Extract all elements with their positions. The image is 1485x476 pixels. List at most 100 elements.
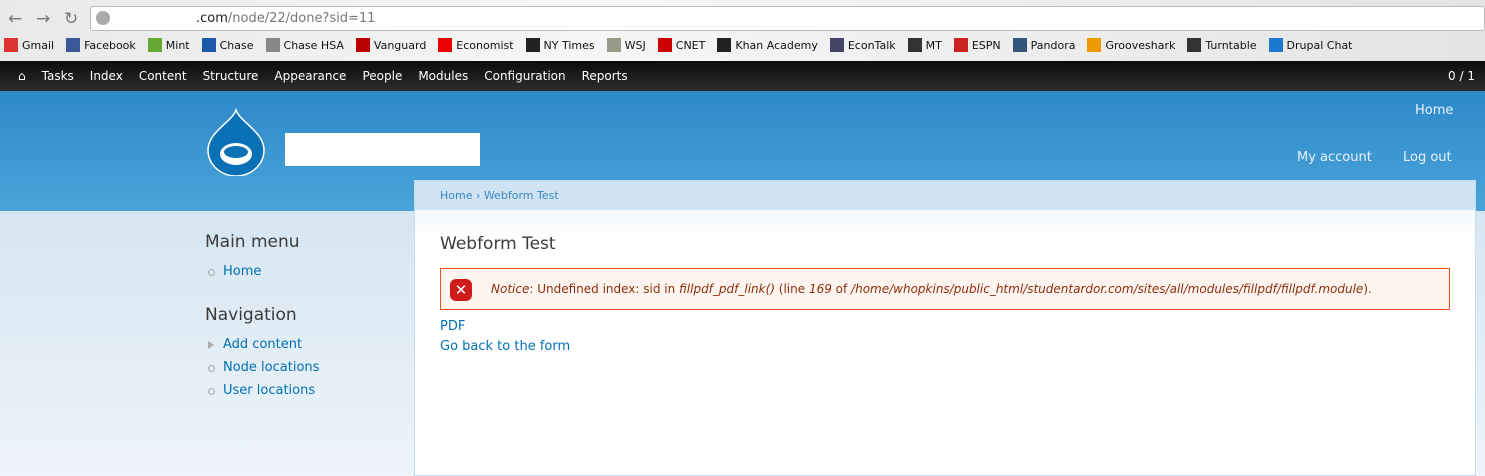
reload-icon[interactable]: ↻ — [64, 9, 78, 29]
bookmark-label: Mint — [165, 38, 190, 52]
bookmark-label: Chase — [219, 38, 254, 52]
bookmark-label: Turntable — [1205, 38, 1257, 52]
bookmark-label: Gmail — [22, 38, 55, 52]
error-icon: ✕ — [450, 279, 472, 301]
bookmark-favicon-icon — [66, 38, 81, 52]
nav-add-content[interactable]: Add content — [205, 337, 319, 352]
bookmark-ny-times[interactable]: NY Times — [525, 38, 595, 52]
notice-path: /home/whopkins/public_html/studentardor.… — [851, 282, 1364, 296]
toolbar-item-reports[interactable]: Reports — [582, 69, 628, 83]
bookmark-espn[interactable]: ESPN — [953, 38, 1001, 52]
bookmark-facebook[interactable]: Facebook — [66, 38, 136, 52]
bookmark-favicon-icon — [1087, 38, 1102, 52]
bookmark-favicon-icon — [4, 38, 18, 52]
admin-toolbar: ⌂ Tasks Index Content Structure Appearance Peo… — [0, 61, 1485, 91]
notice-text: : Undefined index: sid in — [529, 282, 680, 296]
bookmark-grooveshark[interactable]: Grooveshark — [1087, 38, 1175, 52]
bookmark-favicon-icon — [953, 38, 968, 52]
page-title: Webform Test — [440, 234, 556, 254]
bookmark-drupal-chat[interactable]: Drupal Chat — [1268, 38, 1353, 52]
drupal-logo[interactable] — [206, 108, 266, 176]
notice-text: of — [831, 282, 852, 296]
bookmark-label: WSJ — [624, 38, 646, 52]
bookmark-mint[interactable]: Mint — [147, 38, 190, 52]
notice-label: Notice — [491, 282, 530, 296]
my-account-link[interactable]: My account — [1297, 150, 1372, 165]
bookmark-favicon-icon — [355, 38, 370, 52]
user-count: 0 / 1 — [1448, 69, 1475, 83]
site-name[interactable] — [285, 133, 480, 166]
toolbar-item-modules[interactable]: Modules — [418, 69, 468, 83]
bookmark-label: CNET — [675, 38, 706, 52]
bookmark-khan-academy[interactable]: Khan Academy — [717, 38, 818, 52]
bookmark-cnet[interactable]: CNET — [657, 38, 706, 52]
bookmark-mt[interactable]: MT — [907, 38, 942, 52]
header-home-link[interactable]: Home — [1415, 103, 1453, 118]
bookmark-vanguard[interactable]: Vanguard — [355, 38, 427, 52]
bookmark-label: Chase HSA — [283, 38, 344, 52]
notice-line: 169 — [808, 282, 832, 296]
breadcrumb: Home › Webform Test — [415, 181, 1475, 210]
bookmark-label: Grooveshark — [1105, 38, 1176, 52]
logout-link[interactable]: Log out — [1403, 150, 1452, 165]
toolbar-item-content[interactable]: Content — [139, 69, 187, 83]
globe-icon — [96, 11, 110, 25]
bookmark-label: EconTalk — [847, 38, 896, 52]
breadcrumb-home[interactable]: Home — [440, 189, 472, 202]
bookmark-chase[interactable]: Chase — [201, 38, 254, 52]
bookmark-gmail[interactable]: Gmail — [4, 38, 54, 52]
breadcrumb-current[interactable]: Webform Test — [484, 189, 559, 202]
bookmark-favicon-icon — [201, 38, 216, 52]
bookmark-label: Khan Academy — [735, 38, 818, 52]
toolbar-item-tasks[interactable]: Tasks — [42, 69, 74, 83]
url-path: /node/22/done?sid=11 — [227, 11, 376, 26]
bookmark-label: Vanguard — [373, 38, 427, 52]
bookmark-favicon-icon — [606, 38, 621, 52]
notice-text: (line — [774, 282, 809, 296]
main-menu-heading: Main menu — [205, 232, 300, 252]
bookmark-chase-hsa[interactable]: Chase HSA — [265, 38, 344, 52]
bookmark-favicon-icon — [1268, 38, 1283, 52]
forward-icon[interactable]: → — [36, 9, 50, 29]
bookmark-favicon-icon — [1187, 38, 1202, 52]
bookmark-favicon-icon — [717, 38, 732, 52]
back-icon[interactable]: ← — [8, 9, 22, 29]
menu-item-home[interactable]: Home — [205, 264, 319, 279]
nav-user-locations[interactable]: User locations — [205, 383, 319, 398]
bookmark-pandora[interactable]: Pandora — [1012, 38, 1076, 52]
error-message: ✕ Notice: Undefined index: sid in fillpd… — [440, 268, 1450, 310]
toolbar-item-structure[interactable]: Structure — [203, 69, 259, 83]
bookmark-label: NY Times — [543, 38, 595, 52]
bookmark-favicon-icon — [265, 38, 280, 52]
browser-chrome: ← → ↻ .com/node/22/done?sid=11 Gmail Face… — [0, 0, 1485, 61]
home-icon[interactable]: ⌂ — [18, 69, 26, 83]
bookmark-favicon-icon — [147, 38, 162, 52]
toolbar-item-appearance[interactable]: Appearance — [274, 69, 346, 83]
bookmark-label: Drupal Chat — [1286, 38, 1353, 52]
bookmark-wsj[interactable]: WSJ — [606, 38, 646, 52]
back-to-form-link[interactable]: Go back to the form — [440, 339, 570, 354]
bookmark-turntable[interactable]: Turntable — [1187, 38, 1257, 52]
bookmark-label: Economist — [456, 38, 514, 52]
toolbar-item-index[interactable]: Index — [90, 69, 123, 83]
navigation-heading: Navigation — [205, 305, 297, 325]
toolbar-item-configuration[interactable]: Configuration — [484, 69, 565, 83]
toolbar-item-people[interactable]: People — [362, 69, 402, 83]
bookmarks-bar: Gmail Facebook Mint Chase Chase HSA Vanguard E… — [4, 38, 1353, 52]
bookmark-economist[interactable]: Economist — [438, 38, 514, 52]
bookmark-label: ESPN — [971, 38, 1001, 52]
pdf-link[interactable]: PDF — [440, 319, 465, 334]
bookmark-favicon-icon — [907, 38, 922, 52]
bookmark-favicon-icon — [438, 38, 453, 52]
bookmark-favicon-icon — [829, 38, 844, 52]
bookmark-label: MT — [925, 38, 942, 52]
notice-function: fillpdf_pdf_link() — [679, 282, 775, 296]
url-host: .com — [196, 11, 228, 26]
bookmark-label: Pandora — [1030, 38, 1076, 52]
breadcrumb-separator: › — [475, 189, 481, 202]
bookmark-econtalk[interactable]: EconTalk — [829, 38, 896, 52]
main-content: Home › Webform Test Webform Test ✕ Notic… — [414, 180, 1476, 476]
address-bar[interactable]: .com/node/22/done?sid=11 — [90, 6, 1485, 31]
nav-node-locations[interactable]: Node locations — [205, 360, 319, 375]
bookmark-favicon-icon — [525, 38, 540, 52]
